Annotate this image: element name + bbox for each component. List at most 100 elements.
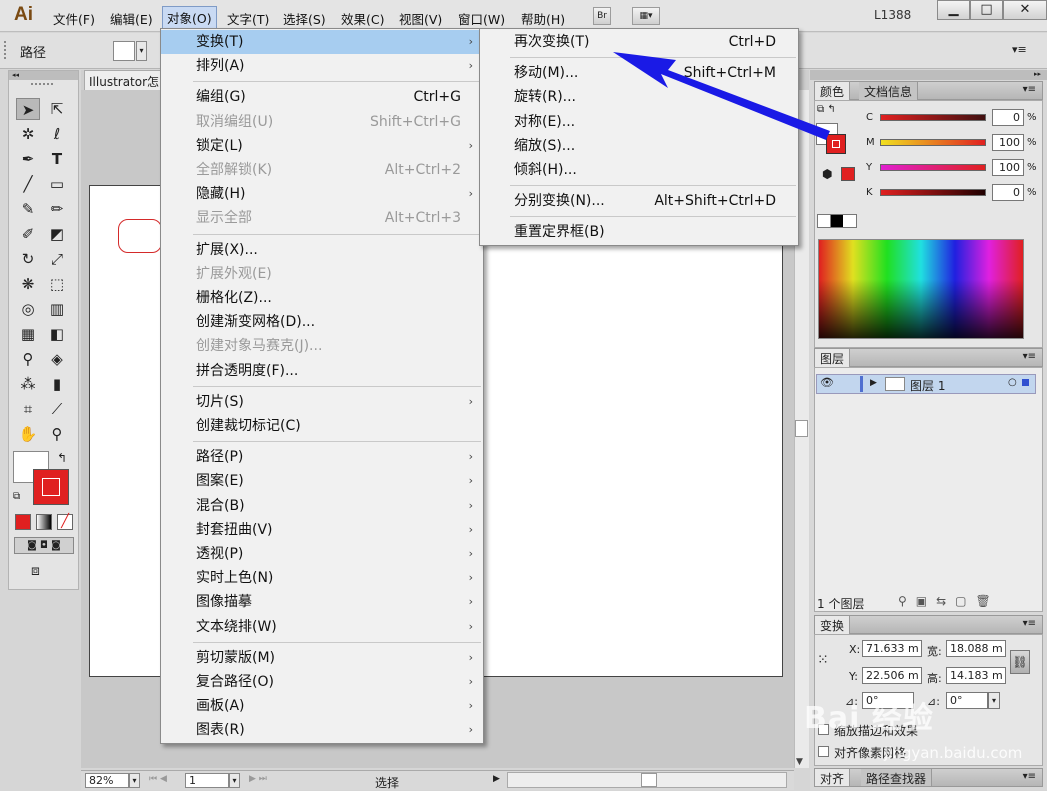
- bridge-button[interactable]: Br: [593, 7, 611, 25]
- menu-edit[interactable]: 编辑(E): [107, 8, 156, 29]
- shape-builder-tool-icon[interactable]: ◎: [16, 298, 40, 320]
- last-page-icon[interactable]: ▶ ⏭: [249, 774, 267, 784]
- eye-icon[interactable]: 👁: [820, 376, 834, 389]
- default-colors-icon[interactable]: ⧉ ↰: [817, 104, 836, 115]
- expand-triangle-icon[interactable]: ▶: [870, 378, 877, 388]
- selection-tool-icon[interactable]: ➤: [16, 98, 40, 120]
- tab-transform[interactable]: 变换: [815, 616, 851, 634]
- chevron-down-icon[interactable]: ▾: [136, 41, 147, 61]
- transform-submenu-item[interactable]: 重置定界框(B): [480, 220, 798, 244]
- object-menu-item[interactable]: 图表(R) ›: [161, 718, 483, 742]
- object-menu-item[interactable]: 排列(A) ›: [161, 54, 483, 78]
- channel-c-input[interactable]: 0: [992, 109, 1024, 126]
- menu-file[interactable]: 文件(F): [50, 8, 98, 29]
- object-menu-item[interactable]: 切片(S) ›: [161, 390, 483, 414]
- pen-tool-icon[interactable]: ✒: [16, 148, 40, 170]
- transform-submenu-item[interactable]: 再次变换(T) Ctrl+D: [480, 30, 798, 54]
- object-menu-item[interactable]: 画板(A) ›: [161, 694, 483, 718]
- stroke-swatch[interactable]: [826, 134, 846, 154]
- color-spectrum[interactable]: [818, 239, 1024, 339]
- collapse-icon[interactable]: ◂◂: [9, 71, 78, 80]
- type-tool-icon[interactable]: T: [45, 148, 69, 170]
- rectangle-tool-icon[interactable]: ▭: [45, 173, 69, 195]
- swap-colors-icon[interactable]: ↰: [57, 451, 67, 465]
- free-transform-tool-icon[interactable]: ⬚: [45, 273, 69, 295]
- transform-submenu-item[interactable]: 移动(M)... Shift+Ctrl+M: [480, 61, 798, 85]
- transform-submenu-item[interactable]: 分别变换(N)... Alt+Shift+Ctrl+D: [480, 189, 798, 213]
- page-field[interactable]: 1: [185, 773, 229, 788]
- channel-y-slider[interactable]: [880, 164, 986, 171]
- paintbrush-tool-icon[interactable]: ✎: [16, 198, 40, 220]
- channel-k-input[interactable]: 0: [992, 184, 1024, 201]
- layer-name[interactable]: 图层 1: [910, 377, 945, 394]
- artboard-tool-icon[interactable]: ⌗: [16, 398, 40, 420]
- magic-wand-tool-icon[interactable]: ✲: [16, 123, 40, 145]
- chevron-down-icon[interactable]: ▾: [988, 692, 1000, 709]
- channel-c-slider[interactable]: [880, 114, 986, 121]
- tab-pathfinder[interactable]: 路径查找器: [861, 769, 933, 786]
- panel-menu-icon[interactable]: ▾≡: [1023, 84, 1036, 95]
- object-menu-item[interactable]: 封套扭曲(V) ›: [161, 518, 483, 542]
- object-menu-item[interactable]: 创建裁切标记(C): [161, 414, 483, 438]
- object-menu-item[interactable]: 锁定(L) ›: [161, 134, 483, 158]
- tab-document-info[interactable]: 文档信息: [859, 82, 919, 100]
- screen-mode-icon[interactable]: ⧈: [31, 563, 40, 579]
- menu-select[interactable]: 选择(S): [280, 8, 329, 29]
- none-mode-icon[interactable]: ╱: [57, 514, 73, 530]
- column-graph-tool-icon[interactable]: ▮: [45, 373, 69, 395]
- menu-help[interactable]: 帮助(H): [518, 8, 568, 29]
- minimize-button[interactable]: ▁: [937, 0, 970, 20]
- menu-object[interactable]: 对象(O): [162, 6, 217, 29]
- link-icon[interactable]: ⛓: [1010, 650, 1030, 674]
- fill-swatch[interactable]: [113, 41, 135, 61]
- rounded-rectangle-shape[interactable]: [118, 219, 162, 253]
- object-menu-item[interactable]: 透视(P) ›: [161, 542, 483, 566]
- draw-modes-icon[interactable]: ◙ ◘ ◙: [14, 537, 74, 554]
- slice-tool-icon[interactable]: ⟋: [45, 398, 69, 420]
- transform-submenu-item[interactable]: 倾斜(H)...: [480, 158, 798, 182]
- object-menu-item[interactable]: 创建渐变网格(D)...: [161, 310, 483, 334]
- symbol-sprayer-tool-icon[interactable]: ⁂: [16, 373, 40, 395]
- object-menu-item[interactable]: 路径(P) ›: [161, 445, 483, 469]
- tab-layers[interactable]: 图层: [815, 349, 851, 367]
- transform-submenu-item[interactable]: 旋转(R)...: [480, 85, 798, 109]
- object-menu-item[interactable]: 编组(G) Ctrl+G: [161, 85, 483, 109]
- perspective-grid-tool-icon[interactable]: ▥: [45, 298, 69, 320]
- target-icon[interactable]: ○: [1008, 377, 1017, 388]
- y-input[interactable]: 22.506 m: [862, 667, 922, 684]
- tab-color[interactable]: 颜色: [815, 82, 851, 100]
- stroke-color-swatch[interactable]: [33, 469, 69, 505]
- out-of-gamut-swatch[interactable]: [841, 167, 855, 181]
- object-menu-item[interactable]: 拼合透明度(F)...: [161, 359, 483, 383]
- object-menu-item[interactable]: 栅格化(Z)...: [161, 286, 483, 310]
- eyedropper-tool-icon[interactable]: ⚲: [16, 348, 40, 370]
- mesh-tool-icon[interactable]: ▦: [16, 323, 40, 345]
- maximize-button[interactable]: □: [970, 0, 1003, 20]
- object-menu-item[interactable]: 图像描摹 ›: [161, 590, 483, 614]
- channel-y-input[interactable]: 100: [992, 159, 1024, 176]
- arrange-documents-button[interactable]: ▦▾: [632, 7, 660, 25]
- menu-window[interactable]: 窗口(W): [455, 8, 508, 29]
- object-menu-item[interactable]: 实时上色(N) ›: [161, 566, 483, 590]
- object-menu-item[interactable]: 文本绕排(W) ›: [161, 615, 483, 639]
- width-input[interactable]: 18.088 m: [946, 640, 1006, 657]
- menu-effect[interactable]: 效果(C): [338, 8, 387, 29]
- none-white-black-swatches[interactable]: [817, 214, 857, 228]
- menu-view[interactable]: 视图(V): [396, 8, 445, 29]
- default-colors-icon[interactable]: ⧉: [13, 491, 20, 502]
- direct-selection-tool-icon[interactable]: ⇱: [45, 98, 69, 120]
- align-pixel-grid-checkbox[interactable]: [818, 746, 829, 757]
- zoom-tool-icon[interactable]: ⚲: [45, 423, 69, 445]
- object-menu-item[interactable]: 变换(T) ›: [161, 30, 483, 54]
- shear-angle-input[interactable]: 0°: [946, 692, 988, 709]
- panel-menu-icon[interactable]: ▾≡: [1023, 351, 1036, 362]
- blob-brush-tool-icon[interactable]: ✐: [16, 223, 40, 245]
- zoom-field[interactable]: 82%: [85, 773, 129, 788]
- chevron-down-icon[interactable]: ▾: [129, 773, 140, 788]
- x-input[interactable]: 71.633 m: [862, 640, 922, 657]
- channel-m-input[interactable]: 100: [992, 134, 1024, 151]
- gradient-mode-icon[interactable]: [36, 514, 52, 530]
- lasso-tool-icon[interactable]: ℓ: [45, 123, 69, 145]
- channel-k-slider[interactable]: [880, 189, 986, 196]
- expand-panels-icon[interactable]: ▸▸: [810, 70, 1047, 80]
